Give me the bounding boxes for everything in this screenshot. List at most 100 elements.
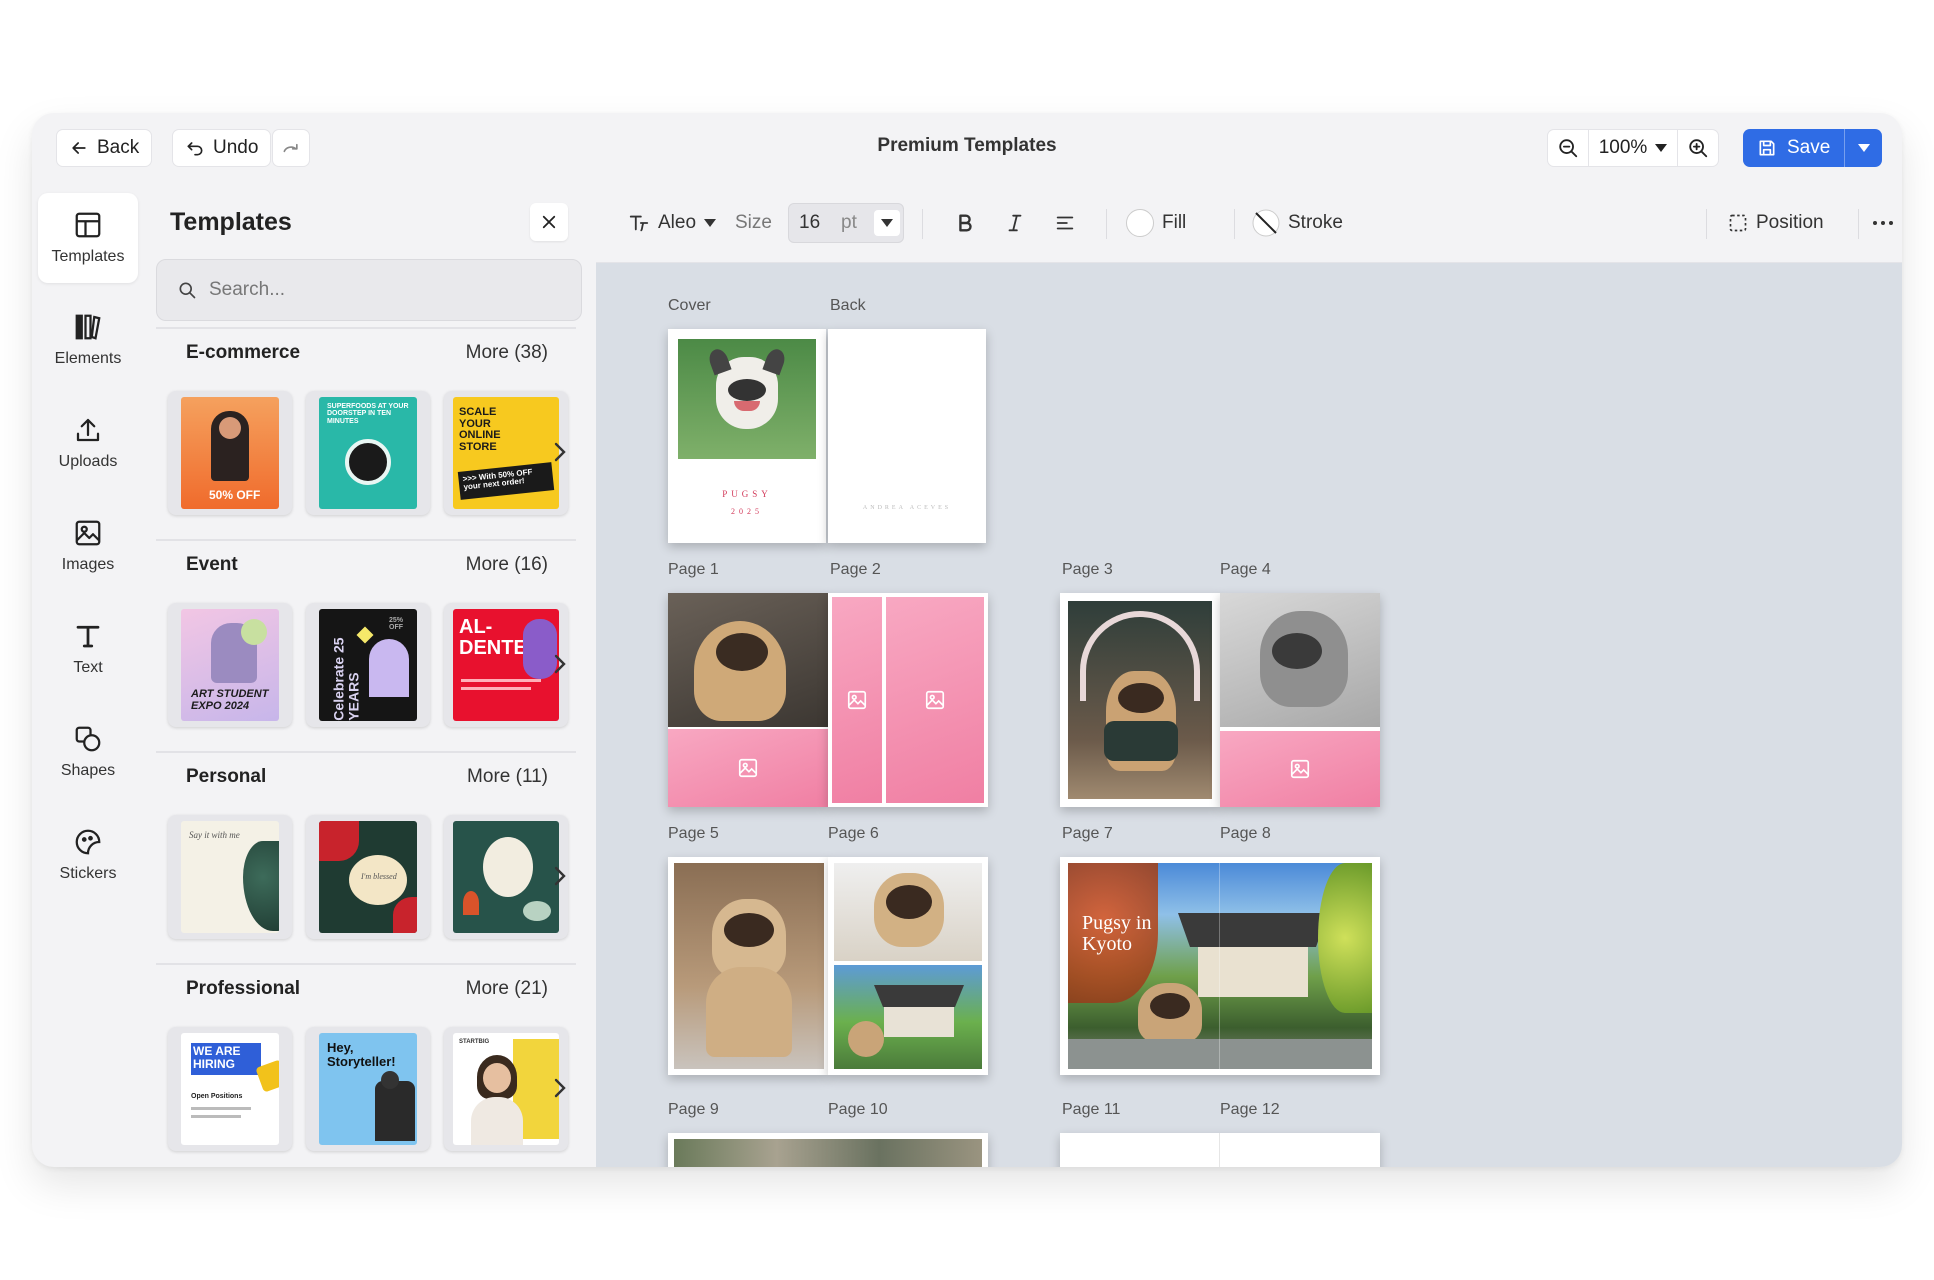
caret-down-icon bbox=[881, 219, 893, 227]
page-3[interactable] bbox=[1060, 593, 1220, 807]
page-label: Page 7 bbox=[1062, 825, 1113, 842]
rail-item-images[interactable]: Images bbox=[38, 501, 138, 591]
rail-label: Text bbox=[73, 659, 103, 676]
section-more-link[interactable]: More (21) bbox=[466, 978, 548, 1000]
page-label: Page 1 bbox=[668, 561, 719, 578]
stroke-swatch-icon bbox=[1252, 209, 1280, 237]
spread-7-8[interactable]: Pugsy in Kyoto bbox=[1060, 857, 1380, 1075]
rail-item-templates[interactable]: Templates bbox=[38, 193, 138, 283]
font-select[interactable]: Aleo bbox=[628, 203, 717, 243]
section-more-link[interactable]: More (11) bbox=[467, 766, 548, 788]
page-5[interactable] bbox=[668, 857, 828, 1075]
zoom-out-button[interactable] bbox=[1548, 130, 1588, 166]
save-button[interactable]: Save bbox=[1743, 129, 1845, 167]
search-box bbox=[156, 259, 582, 321]
image-placeholder-icon bbox=[925, 690, 945, 710]
upload-icon bbox=[76, 418, 100, 442]
layout-icon bbox=[75, 212, 101, 238]
template-thumb[interactable]: WE ARE HIRING Open Positions bbox=[168, 1027, 292, 1151]
pug-photo bbox=[668, 593, 828, 727]
rail-item-shapes[interactable]: Shapes bbox=[38, 707, 138, 797]
fill-swatch-icon bbox=[1126, 209, 1154, 237]
caret-down-icon bbox=[1655, 144, 1668, 152]
save-options-button[interactable] bbox=[1844, 129, 1883, 167]
scroll-right-button[interactable] bbox=[548, 861, 572, 891]
image-placeholder[interactable] bbox=[832, 597, 882, 803]
spread-11-12[interactable] bbox=[1060, 1133, 1380, 1167]
panel-title: Templates bbox=[170, 208, 292, 236]
page-2[interactable] bbox=[828, 593, 988, 807]
rail-label: Shapes bbox=[60, 762, 116, 779]
template-thumb[interactable]: Celebrate 25 YEARS 25% OFF bbox=[306, 603, 430, 727]
back-label: Back bbox=[97, 137, 140, 158]
page-4[interactable] bbox=[1220, 593, 1380, 807]
chevron-right-icon bbox=[554, 866, 566, 886]
thumb-row: ART STUDENT EXPO 2024 Celebrate 25 YEARS… bbox=[168, 603, 568, 727]
align-button[interactable] bbox=[1054, 203, 1076, 243]
divider bbox=[922, 209, 923, 239]
scroll-right-button[interactable] bbox=[548, 1073, 572, 1103]
page-1[interactable] bbox=[668, 593, 828, 807]
page-label: Page 2 bbox=[830, 561, 881, 578]
more-options-button[interactable] bbox=[1872, 203, 1894, 243]
undo-icon bbox=[187, 142, 203, 156]
section-more-link[interactable]: More (38) bbox=[466, 342, 548, 364]
scroll-right-button[interactable] bbox=[548, 437, 572, 467]
search-icon bbox=[179, 282, 196, 299]
thumb-subtext: 25% OFF bbox=[389, 617, 404, 632]
image-placeholder[interactable] bbox=[1220, 731, 1380, 807]
image-icon bbox=[75, 520, 101, 546]
template-thumb[interactable]: 50% OFF bbox=[168, 391, 292, 515]
pug-photo bbox=[674, 863, 824, 1069]
font-size-dropdown[interactable] bbox=[874, 210, 900, 236]
page-label: Page 6 bbox=[828, 825, 879, 842]
text-icon bbox=[76, 625, 100, 648]
section-ecommerce: E-commerce More (38) 50% OFF SUPERFOODS … bbox=[156, 327, 576, 537]
section-name: Personal bbox=[186, 766, 267, 787]
zoom-select[interactable]: 100% bbox=[1588, 130, 1678, 166]
image-placeholder[interactable] bbox=[886, 597, 984, 803]
page-label: Page 3 bbox=[1062, 561, 1113, 578]
section-more-link[interactable]: More (16) bbox=[466, 554, 548, 576]
spread-9-10[interactable] bbox=[668, 1133, 988, 1167]
undo-button[interactable]: Undo bbox=[172, 129, 272, 167]
image-placeholder[interactable] bbox=[668, 729, 828, 807]
section-header: E-commerce More (38) bbox=[156, 327, 576, 377]
section-professional: Professional More (21) WE ARE HIRING Ope… bbox=[156, 963, 576, 1167]
page-6[interactable] bbox=[828, 857, 988, 1075]
rail-item-elements[interactable]: Elements bbox=[38, 295, 138, 385]
zoom-in-button[interactable] bbox=[1678, 130, 1718, 166]
template-thumb[interactable]: Hey, Storyteller! bbox=[306, 1027, 430, 1151]
scroll-right-button[interactable] bbox=[548, 649, 572, 679]
page-back[interactable]: ANDREA ACEVES bbox=[828, 329, 986, 543]
stroke-button[interactable]: Stroke bbox=[1252, 203, 1343, 243]
template-thumb[interactable]: Say it with me bbox=[168, 815, 292, 939]
section-personal: Personal More (11) Say it with me I'm bl… bbox=[156, 751, 576, 961]
page-cover[interactable]: PUGSY 2025 bbox=[668, 329, 826, 543]
search-input[interactable] bbox=[209, 279, 569, 301]
section-name: Event bbox=[186, 554, 238, 575]
italic-button[interactable] bbox=[1004, 203, 1026, 243]
rail-item-stickers[interactable]: Stickers bbox=[38, 810, 138, 900]
close-icon bbox=[542, 215, 556, 229]
shapes-icon bbox=[75, 726, 101, 752]
close-panel-button[interactable] bbox=[530, 203, 568, 241]
sticker-icon bbox=[75, 829, 101, 855]
bold-button[interactable] bbox=[954, 203, 976, 243]
rail-item-text[interactable]: Text bbox=[38, 604, 138, 694]
back-button[interactable]: Back bbox=[56, 129, 153, 167]
template-thumb[interactable]: I'm blessed bbox=[306, 815, 430, 939]
redo-button[interactable] bbox=[272, 129, 310, 167]
section-header: Professional More (21) bbox=[156, 963, 576, 1013]
bold-icon bbox=[959, 214, 972, 232]
templates-panel: Templates E-commerce More (38) 50% OFF bbox=[144, 185, 596, 1167]
template-thumb[interactable]: SUPERFOODS AT YOUR DOORSTEP IN TEN MINUT… bbox=[306, 391, 430, 515]
rail-item-uploads[interactable]: Uploads bbox=[38, 398, 138, 488]
fill-button[interactable]: Fill bbox=[1126, 203, 1186, 243]
italic-icon bbox=[1008, 214, 1022, 232]
cover-title: PUGSY bbox=[722, 489, 772, 499]
template-thumb[interactable]: ART STUDENT EXPO 2024 bbox=[168, 603, 292, 727]
font-size-input[interactable] bbox=[789, 212, 833, 234]
position-button[interactable]: Position bbox=[1728, 203, 1824, 243]
size-unit: pt bbox=[841, 212, 857, 233]
